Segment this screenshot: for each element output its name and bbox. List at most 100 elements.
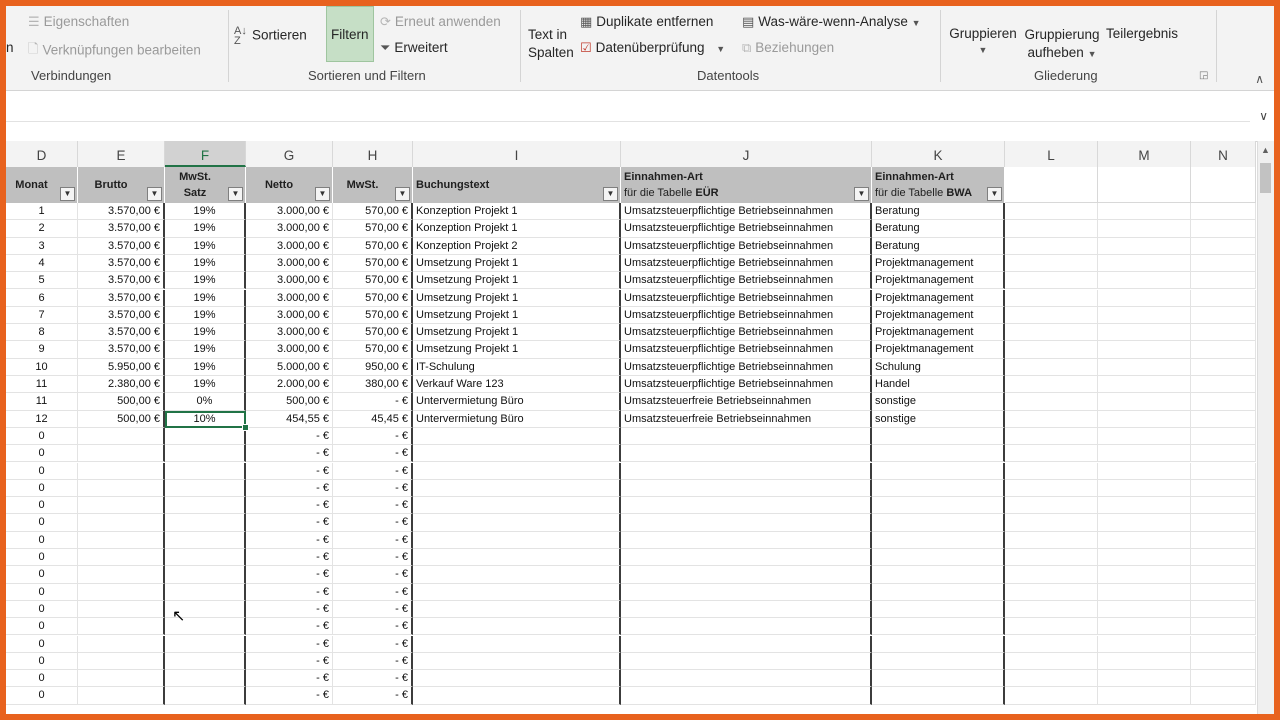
cell-empty[interactable] [1098, 583, 1191, 601]
cell-bwa[interactable] [872, 479, 1005, 498]
cell-euer[interactable] [621, 583, 872, 601]
cell-empty[interactable] [1191, 583, 1256, 601]
cell-mwst[interactable]: - € [333, 549, 413, 567]
cell-netto[interactable]: 3.000,00 € [246, 341, 333, 359]
cell-text[interactable] [413, 445, 621, 463]
cell-empty[interactable] [1098, 393, 1191, 411]
cell-brutto[interactable] [78, 670, 165, 688]
cell-text[interactable]: Umsetzung Projekt 1 [413, 254, 621, 273]
column-header-e[interactable]: E [78, 141, 165, 167]
cell-netto[interactable]: - € [246, 635, 333, 653]
cell-satz[interactable] [165, 549, 246, 567]
cell-empty[interactable] [1098, 427, 1191, 446]
cell-empty[interactable] [1005, 652, 1098, 671]
cell-empty[interactable] [1098, 635, 1191, 653]
advanced-filter-button[interactable]: ⏷ Erweitert [380, 40, 448, 56]
cell-text[interactable] [413, 583, 621, 601]
cell-bwa[interactable] [872, 445, 1005, 463]
filter-dropdown-icon[interactable]: ▼ [228, 187, 243, 201]
cell-bwa[interactable]: sonstige [872, 410, 1005, 428]
cell-euer[interactable]: Umsatzsteuerpflichtige Betriebseinnahmen [621, 272, 872, 290]
cell-bwa[interactable]: sonstige [872, 393, 1005, 411]
cell-netto[interactable]: - € [246, 583, 333, 601]
cell-brutto[interactable]: 3.570,00 € [78, 254, 165, 273]
cell-euer[interactable] [621, 531, 872, 549]
cell-euer[interactable] [621, 549, 872, 567]
cell-empty[interactable] [1191, 549, 1256, 567]
text-to-columns-button[interactable]: Text in Spalten [528, 26, 574, 62]
cell-text[interactable] [413, 514, 621, 532]
cell-netto[interactable]: 454,55 € [246, 410, 333, 428]
cell-netto[interactable]: - € [246, 549, 333, 567]
cell-text[interactable] [413, 670, 621, 688]
column-header-l[interactable]: L [1005, 141, 1098, 167]
cell-empty[interactable] [1005, 254, 1098, 273]
cell-euer[interactable] [621, 462, 872, 480]
cell-bwa[interactable] [872, 618, 1005, 636]
cell-bwa[interactable] [872, 566, 1005, 584]
cell-bwa[interactable] [872, 635, 1005, 653]
filter-dropdown-icon[interactable]: ▼ [854, 187, 869, 201]
cell-monat[interactable]: 0 [6, 531, 78, 549]
cell-text[interactable] [413, 618, 621, 636]
cell-empty[interactable] [1098, 272, 1191, 290]
cell-empty[interactable] [1005, 549, 1098, 567]
cell-empty[interactable] [1005, 514, 1098, 532]
cell-empty[interactable] [1005, 427, 1098, 446]
cell-netto[interactable]: - € [246, 514, 333, 532]
cell-text[interactable] [413, 462, 621, 480]
cell-text[interactable]: Untervermietung Büro [413, 410, 621, 428]
cell-brutto[interactable] [78, 479, 165, 498]
cell-empty[interactable] [1005, 306, 1098, 325]
cell-mwst[interactable]: 570,00 € [333, 220, 413, 238]
cell-brutto[interactable] [78, 600, 165, 619]
cell-empty[interactable] [1005, 237, 1098, 255]
cell-netto[interactable]: 3.000,00 € [246, 272, 333, 290]
formula-input[interactable] [6, 99, 1250, 122]
cell-euer[interactable] [621, 427, 872, 446]
cell-empty[interactable] [1191, 272, 1256, 290]
cell-monat[interactable]: 2 [6, 220, 78, 238]
cell-mwst[interactable]: 380,00 € [333, 376, 413, 394]
cell-netto[interactable]: - € [246, 687, 333, 705]
cell-euer[interactable]: Umsatzsteuerpflichtige Betriebseinnahmen [621, 376, 872, 394]
cell-empty[interactable] [1191, 687, 1256, 705]
scroll-up-icon[interactable]: ▲ [1261, 145, 1270, 155]
cell-empty[interactable] [1005, 358, 1098, 376]
cell-mwst[interactable]: 570,00 € [333, 324, 413, 342]
cell-empty[interactable] [1005, 341, 1098, 359]
cell-empty[interactable] [1098, 254, 1191, 273]
cell-mwst[interactable]: - € [333, 497, 413, 515]
cell-mwst[interactable]: 570,00 € [333, 203, 413, 221]
cell-empty[interactable] [1191, 376, 1256, 394]
cell-empty[interactable] [1191, 393, 1256, 411]
cell-mwst[interactable]: - € [333, 462, 413, 480]
cell-empty[interactable] [1191, 341, 1256, 359]
cell-euer[interactable]: Umsatzsteuerpflichtige Betriebseinnahmen [621, 358, 872, 376]
cell-satz[interactable] [165, 583, 246, 601]
scrollbar-thumb[interactable] [1260, 163, 1271, 193]
column-header-k[interactable]: K [872, 141, 1005, 167]
cell-brutto[interactable]: 500,00 € [78, 410, 165, 428]
cell-netto[interactable]: 2.000,00 € [246, 376, 333, 394]
cell-mwst[interactable]: - € [333, 531, 413, 549]
cell-empty[interactable] [1098, 324, 1191, 342]
cell-empty[interactable] [1098, 600, 1191, 619]
cell-netto[interactable]: - € [246, 497, 333, 515]
cell-empty[interactable] [1098, 306, 1191, 325]
cell-monat[interactable]: 8 [6, 324, 78, 342]
cell-text[interactable] [413, 427, 621, 446]
cell-bwa[interactable] [872, 549, 1005, 567]
cell-mwst[interactable]: - € [333, 618, 413, 636]
cell-bwa[interactable]: Projektmanagement [872, 341, 1005, 359]
cell-bwa[interactable] [872, 600, 1005, 619]
cell-empty[interactable] [1098, 566, 1191, 584]
cell-bwa[interactable] [872, 497, 1005, 515]
cell-satz[interactable] [165, 566, 246, 584]
cell-bwa[interactable]: Handel [872, 376, 1005, 394]
cell-text[interactable]: IT-Schulung [413, 358, 621, 376]
cell-empty[interactable] [1005, 462, 1098, 480]
cell-empty[interactable] [1005, 566, 1098, 584]
ungroup-button[interactable]: Gruppierung aufheben ▼ [1022, 26, 1102, 63]
data-validation-button[interactable]: ☑ Datenüberprüfung ▼ [580, 40, 725, 56]
